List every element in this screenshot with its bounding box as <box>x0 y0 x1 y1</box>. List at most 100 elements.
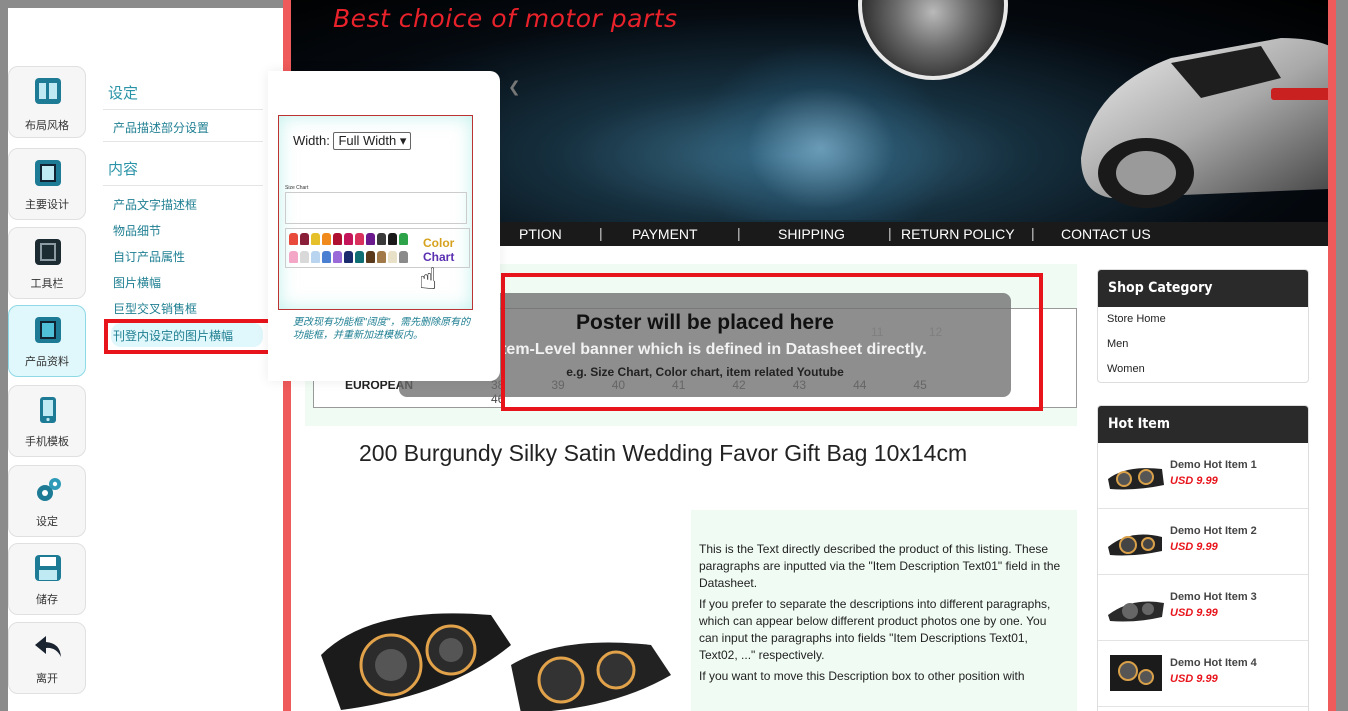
main-design-icon <box>35 160 61 186</box>
category-item-store-home[interactable]: Store Home <box>1098 307 1308 332</box>
menu-divider <box>103 141 263 142</box>
menu-item-description-settings[interactable]: 产品描述部分设置 <box>113 119 209 136</box>
color-swatch <box>289 233 298 245</box>
hot-item-image <box>1108 601 1164 622</box>
back-arrow-icon <box>35 636 61 657</box>
preview-chart-label: Size Chart <box>285 185 309 191</box>
nav-item-shipping[interactable]: SHIPPING <box>778 226 845 242</box>
hot-item-image <box>1108 468 1164 490</box>
preview-size-chart <box>285 192 467 224</box>
menu-item-cross-selling[interactable]: 巨型交叉销售框 <box>113 300 197 317</box>
description-paragraph: This is the Text directly described the … <box>699 542 1061 590</box>
hot-item-price: USD 9.99 <box>1170 541 1218 553</box>
tool-label: 产品资料 <box>25 356 69 368</box>
tool-settings[interactable]: 设定 <box>8 465 86 537</box>
menu-section-settings: 设定 <box>108 85 139 102</box>
banner-title: Best choice of motor parts <box>333 4 678 33</box>
tool-main-design[interactable]: 主要设计 <box>8 148 86 220</box>
color-swatch <box>377 251 386 263</box>
menu-item-text-description[interactable]: 产品文字描述框 <box>113 196 197 213</box>
menu-item-custom-attributes[interactable]: 自订产品属性 <box>113 248 185 265</box>
tool-label: 离开 <box>36 673 58 685</box>
color-swatch <box>355 251 364 263</box>
hot-item[interactable]: Demo Hot Item 1 USD 9.99 <box>1098 443 1308 509</box>
tool-product-info[interactable]: 产品资料 <box>8 305 86 377</box>
product-headlight-image <box>321 613 671 711</box>
color-swatch <box>333 233 342 245</box>
color-swatch <box>366 251 375 263</box>
product-info-icon <box>35 317 61 343</box>
menu-divider <box>103 185 263 186</box>
hot-item-image <box>1108 534 1162 556</box>
color-swatch <box>322 233 331 245</box>
color-swatch <box>322 251 331 263</box>
color-swatch <box>344 233 353 245</box>
nav-separator: | <box>888 225 892 241</box>
menu-highlight-box <box>104 319 273 354</box>
tool-label: 布局风格 <box>25 120 69 132</box>
nav-separator: | <box>1031 225 1035 241</box>
window-frame-right <box>1336 0 1348 711</box>
description-paragraph: If you want to move this Description box… <box>699 669 1025 683</box>
hot-item-price: USD 9.99 <box>1170 475 1218 487</box>
hot-item-title: Hot Item <box>1098 406 1308 443</box>
hot-item-name: Demo Hot Item 2 <box>1170 525 1257 537</box>
gears-icon <box>37 478 61 501</box>
color-swatch <box>355 233 364 245</box>
color-swatch <box>388 251 397 263</box>
tool-toolbar[interactable]: 工具栏 <box>8 227 86 299</box>
hot-item-name: Demo Hot Item 1 <box>1170 459 1257 471</box>
color-swatch <box>311 233 320 245</box>
widget-preview-image[interactable]: Width: Full Width ▾ Size Chart Color Cha… <box>278 115 473 310</box>
tool-save[interactable]: 储存 <box>8 543 86 615</box>
nav-item-description[interactable]: PTION <box>519 226 562 242</box>
toolbar-icon <box>35 239 61 265</box>
preview-width-select: Full Width ▾ <box>333 132 412 150</box>
menu-item-item-details[interactable]: 物品细节 <box>113 222 161 239</box>
color-swatch <box>399 251 408 263</box>
hot-item[interactable]: Demo Hot Item 4 USD 9.99 <box>1098 641 1308 707</box>
nav-item-contact-us[interactable]: CONTACT US <box>1061 226 1151 242</box>
color-swatch <box>300 233 309 245</box>
color-swatch <box>300 251 309 263</box>
category-item-women[interactable]: Women <box>1098 357 1308 382</box>
shop-category-card: Shop Category Store Home Men Women <box>1097 269 1309 383</box>
product-title: 200 Burgundy Silky Satin Wedding Favor G… <box>359 440 968 466</box>
hot-item-name: Demo Hot Item 4 <box>1170 657 1257 669</box>
pointer-hand-icon: ☝ <box>419 263 438 296</box>
color-swatch <box>366 233 375 245</box>
tool-mobile-template[interactable]: 手机模板 <box>8 385 86 457</box>
hot-item-price: USD 9.99 <box>1170 673 1218 685</box>
color-swatch <box>311 251 320 263</box>
menu-divider <box>103 109 263 110</box>
color-swatch <box>333 251 342 263</box>
hot-item-price: USD 9.99 <box>1170 607 1218 619</box>
category-item-men[interactable]: Men <box>1098 332 1308 357</box>
menu-section-content: 内容 <box>108 161 139 178</box>
nav-separator: | <box>737 225 741 241</box>
hot-item-card: Hot Item Demo Hot Item 1 USD 9.99 Demo H… <box>1097 405 1309 711</box>
hot-item[interactable]: Demo Hot Item 3 USD 9.99 <box>1098 575 1308 641</box>
hot-item[interactable]: Demo Hot Item 2 USD 9.99 <box>1098 509 1308 575</box>
tool-label: 手机模板 <box>25 436 69 448</box>
tool-label: 设定 <box>36 516 58 528</box>
tool-exit[interactable]: 离开 <box>8 622 86 694</box>
nav-item-payment[interactable]: PAYMENT <box>632 226 698 242</box>
window-frame-left <box>0 0 8 711</box>
nav-separator: | <box>599 225 603 241</box>
color-swatch <box>399 233 408 245</box>
color-swatch <box>289 251 298 263</box>
color-swatch <box>388 233 397 245</box>
tool-layout-style[interactable]: 布局风格 <box>8 66 86 138</box>
product-description-box: This is the Text directly described the … <box>691 510 1077 711</box>
shop-category-title: Shop Category <box>1098 270 1308 307</box>
preview-caption: 更改现有功能框"阔度"，需先删除原有的功能框，并重新加进模板内。 <box>293 317 471 341</box>
tool-label: 储存 <box>36 594 58 606</box>
nav-item-return-policy[interactable]: RETURN POLICY <box>901 226 1015 242</box>
collapse-chevron-icon[interactable]: ❮ <box>508 78 521 96</box>
preview-color-word: Color <box>423 236 455 250</box>
menu-item-image-banner[interactable]: 图片横幅 <box>113 274 161 291</box>
preview-width-row: Width: Full Width ▾ <box>293 132 412 150</box>
banner-car-image <box>1081 38 1328 208</box>
preview-width-value: Full Width <box>338 133 397 148</box>
